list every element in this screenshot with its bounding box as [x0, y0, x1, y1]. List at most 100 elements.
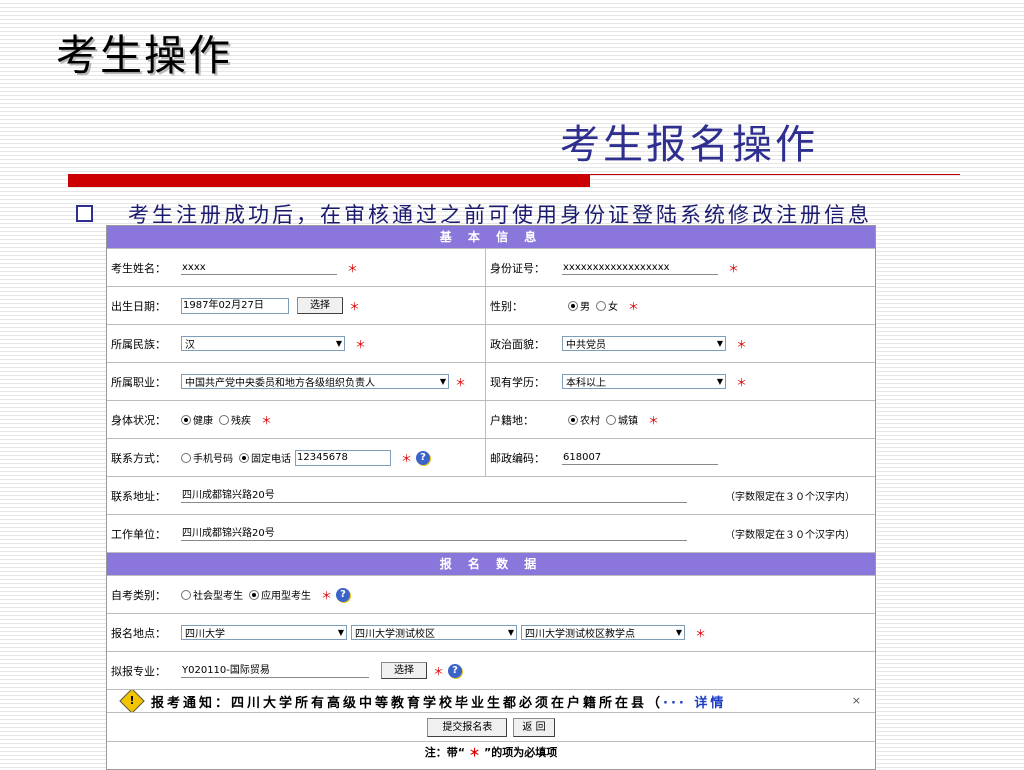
location-site-select[interactable]: 四川大学测试校区教学点 ▼	[521, 625, 685, 640]
chevron-down-icon: ▼	[337, 628, 344, 637]
help-icon[interactable]: ?	[336, 587, 350, 602]
required-mark: ＊	[433, 664, 444, 678]
form-row: 联系方式： 手机号码 固定电话 12345678 ＊ ? 邮政编码： 61800…	[107, 439, 875, 477]
ethnic-label: 所属民族：	[111, 337, 166, 351]
accent-line	[590, 174, 960, 175]
accent-bar	[68, 174, 590, 187]
submit-button[interactable]: 提交报名表	[427, 717, 508, 737]
notice-detail-link[interactable]: ··· 详情	[663, 692, 726, 711]
gender-male-radio[interactable]	[568, 300, 578, 311]
hukou-urban-label: 城镇	[618, 416, 638, 427]
form-row: 所属职业： 中国共产党中央委员和地方各级组织负责人 ▼ ＊ 现有学历： 本科以上…	[107, 363, 875, 401]
zip-input[interactable]: 618007	[562, 451, 718, 465]
submit-row: 提交报名表 返 回	[107, 713, 875, 742]
contact-label: 联系方式：	[111, 451, 166, 465]
contact-fixed-label: 固定电话	[251, 454, 291, 465]
political-select[interactable]: 中共党员 ▼	[562, 336, 726, 351]
bullet-square-icon	[76, 205, 93, 222]
health-disabled-radio[interactable]	[219, 414, 229, 425]
health-ok-radio[interactable]	[181, 414, 191, 425]
required-note-suffix: ”的项为必填项	[484, 746, 558, 759]
political-select-value: 中共党员	[566, 340, 606, 351]
birth-date-input[interactable]: 1987年02月27日	[181, 297, 289, 314]
choose-major-button[interactable]: 选择	[381, 662, 427, 679]
help-icon[interactable]: ?	[448, 663, 462, 678]
form-row: 考生姓名： xxxx ＊ 身份证号： xxxxxxxxxxxxxxxxxx ＊	[107, 249, 875, 287]
form-row: 所属民族： 汉 ▼ ＊ 政治面貌： 中共党员 ▼ ＊	[107, 325, 875, 363]
health-disabled-label: 残疾	[231, 416, 251, 427]
contact-mobile-label: 手机号码	[193, 454, 233, 465]
basic-info-header: 基 本 信 息	[107, 226, 875, 249]
id-label: 身份证号：	[490, 261, 545, 275]
political-label: 政治面貌：	[490, 337, 545, 351]
major-input[interactable]: Y020110-国际贸易	[181, 664, 369, 678]
category-applied-label: 应用型考生	[261, 591, 311, 602]
contact-fixed-radio[interactable]	[239, 452, 249, 463]
form-row: 拟报专业： Y020110-国际贸易 选择 ＊ ?	[107, 652, 875, 690]
location-label: 报名地点：	[111, 626, 166, 640]
required-mark: ＊	[261, 413, 272, 427]
job-select[interactable]: 中国共产党中央委员和地方各级组织负责人 ▼	[181, 374, 449, 389]
location-site-value: 四川大学测试校区教学点	[525, 629, 635, 640]
form-row: 报名地点： 四川大学 ▼ 四川大学测试校区 ▼ 四川大学测试校区教学点 ▼ ＊	[107, 614, 875, 652]
help-icon[interactable]: ?	[416, 450, 430, 465]
back-button[interactable]: 返 回	[513, 717, 555, 737]
address-label: 联系地址：	[111, 489, 166, 503]
apply-data-header: 报 名 数 据	[107, 553, 875, 576]
required-mark: ＊	[736, 337, 747, 351]
required-mark: ＊	[401, 451, 412, 465]
phone-input[interactable]: 12345678	[295, 449, 391, 466]
gender-label: 性别：	[490, 299, 523, 313]
required-mark: ＊	[349, 299, 360, 313]
required-mark: ＊	[728, 261, 739, 275]
required-note: 注：带“ ＊ ”的项为必填项	[107, 742, 875, 762]
id-number-input[interactable]: xxxxxxxxxxxxxxxxxx	[562, 261, 718, 275]
choose-date-button[interactable]: 选择	[297, 297, 343, 314]
work-limit-note: （字数限定在３０个汉字内）	[725, 530, 855, 541]
form-row: 自考类别： 社会型考生 应用型考生 ＊ ?	[107, 576, 875, 614]
required-note-prefix: 注：带“	[424, 746, 465, 759]
health-ok-label: 健康	[193, 416, 213, 427]
location-school-value: 四川大学	[185, 629, 225, 640]
work-label: 工作单位：	[111, 527, 166, 541]
location-campus-select[interactable]: 四川大学测试校区 ▼	[351, 625, 517, 640]
education-label: 现有学历：	[490, 375, 545, 389]
hukou-rural-label: 农村	[580, 416, 600, 427]
chevron-down-icon: ▼	[507, 628, 514, 637]
slide-subtitle: 考生报名操作	[560, 122, 818, 168]
chevron-down-icon: ▼	[716, 339, 723, 348]
work-unit-input[interactable]: 四川成都锦兴路20号	[181, 527, 687, 541]
warning-icon: !	[119, 690, 145, 712]
chevron-down-icon: ▼	[439, 377, 446, 386]
category-applied-radio[interactable]	[249, 589, 259, 600]
chevron-down-icon: ▼	[675, 628, 682, 637]
required-mark: ＊	[648, 413, 659, 427]
gender-female-radio[interactable]	[596, 300, 606, 311]
birth-label: 出生日期：	[111, 299, 166, 313]
registration-form: 基 本 信 息 考生姓名： xxxx ＊ 身份证号： xxxxxxxxxxxxx…	[106, 225, 876, 770]
required-mark: ＊	[321, 588, 332, 602]
ethnic-select[interactable]: 汉 ▼	[181, 336, 345, 351]
location-school-select[interactable]: 四川大学 ▼	[181, 625, 347, 640]
hukou-urban-radio[interactable]	[606, 414, 616, 425]
required-mark: ＊	[347, 261, 358, 275]
address-input[interactable]: 四川成都锦兴路20号	[181, 489, 687, 503]
job-select-value: 中国共产党中央委员和地方各级组织负责人	[185, 378, 375, 389]
bullet-text: 考生注册成功后，在审核通过之前可使用身份证登陆系统修改注册信息	[128, 203, 872, 225]
education-select[interactable]: 本科以上 ▼	[562, 374, 726, 389]
name-label: 考生姓名：	[111, 261, 166, 275]
education-select-value: 本科以上	[566, 378, 606, 389]
hukou-rural-radio[interactable]	[568, 414, 578, 425]
hukou-label: 户籍地：	[490, 413, 534, 427]
form-row: 联系地址： 四川成都锦兴路20号 （字数限定在３０个汉字内）	[107, 477, 875, 515]
zip-label: 邮政编码：	[490, 451, 545, 465]
category-social-radio[interactable]	[181, 589, 191, 600]
required-mark: ＊	[736, 375, 747, 389]
form-row: 出生日期： 1987年02月27日 选择 ＊ 性别： 男 女 ＊	[107, 287, 875, 325]
location-campus-value: 四川大学测试校区	[355, 629, 435, 640]
name-input[interactable]: xxxx	[181, 261, 337, 275]
contact-mobile-radio[interactable]	[181, 452, 191, 463]
category-label: 自考类别：	[111, 588, 166, 602]
required-mark: ＊	[355, 337, 366, 351]
close-icon[interactable]: ×	[852, 694, 861, 707]
